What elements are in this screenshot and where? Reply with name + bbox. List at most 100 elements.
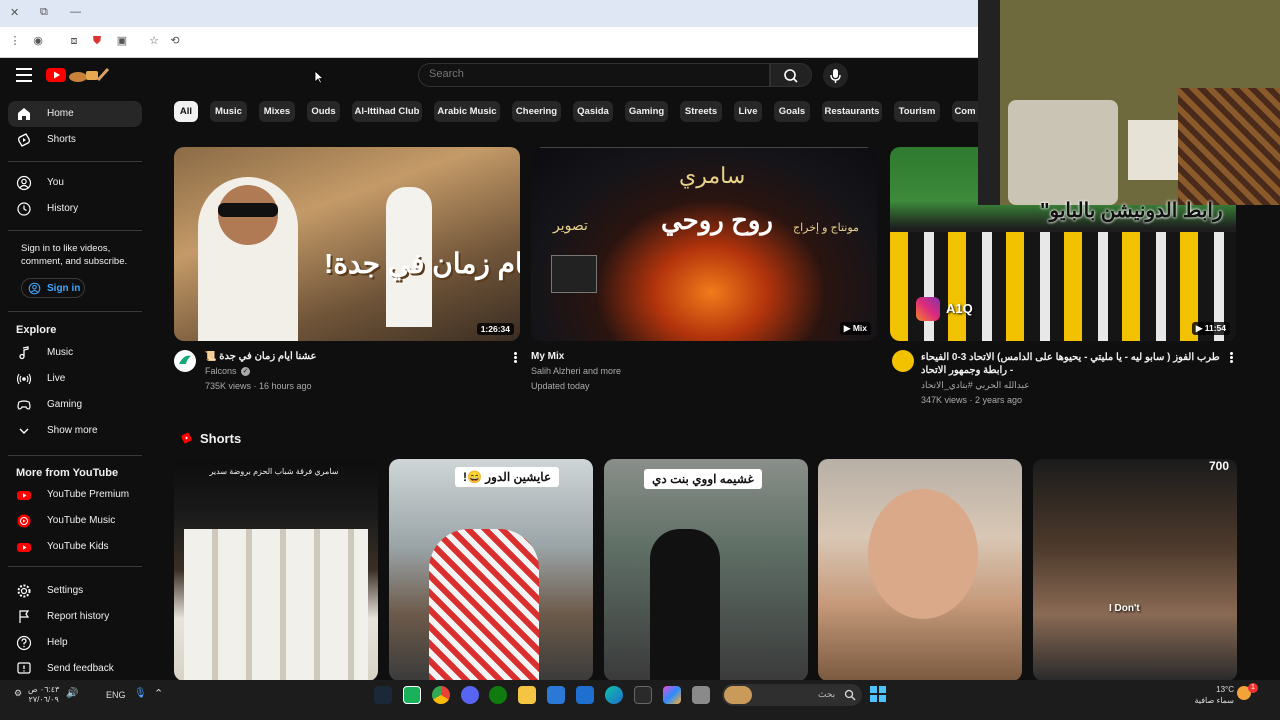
- hamburger-menu-icon[interactable]: [16, 68, 32, 82]
- extension-badge-icon[interactable]: ▣: [115, 34, 129, 48]
- sidebar-item-gaming[interactable]: Gaming: [8, 392, 142, 418]
- sidebar-item-help[interactable]: Help: [8, 630, 142, 656]
- channel-name[interactable]: Salih Alzheri and more: [531, 366, 621, 376]
- profile-icon[interactable]: ◉: [31, 34, 45, 48]
- short-card[interactable]: [818, 459, 1022, 681]
- video-duration: 1:26:34: [476, 323, 514, 335]
- short-card[interactable]: غشيمه اووي بنت دي: [604, 459, 808, 681]
- webcam-chair: [1008, 100, 1118, 205]
- app-icon[interactable]: [692, 686, 710, 704]
- taskbar-search[interactable]: بحث: [722, 684, 862, 706]
- search-button[interactable]: [770, 63, 812, 87]
- youtube-logo[interactable]: [46, 66, 110, 84]
- recorder-app-icon[interactable]: [403, 686, 421, 704]
- language-indicator[interactable]: ENG: [106, 690, 126, 700]
- chip-all[interactable]: All: [174, 101, 198, 122]
- chip-qasida[interactable]: Qasida: [573, 101, 613, 122]
- sign-in-button[interactable]: Sign in: [21, 278, 85, 298]
- short-card[interactable]: سامري فرقة شباب الحزم بروضة سدير: [174, 459, 378, 681]
- sidebar-item-youtube-music[interactable]: YouTube Music: [8, 508, 142, 534]
- mix-thumbnail[interactable]: سامري روح روحي تصوير مونتاج و إخراج ▶ Mi…: [531, 147, 877, 341]
- video-options-icon[interactable]: [1230, 352, 1234, 364]
- chip-streets[interactable]: Streets: [680, 101, 722, 122]
- microphone-tray-icon[interactable]: 🎙: [134, 688, 147, 699]
- sidebar-item-you[interactable]: You: [8, 170, 142, 196]
- chip-com[interactable]: Com: [952, 101, 978, 122]
- short-caption: عايشين الدور 😄!: [455, 467, 560, 487]
- sidebar-item-music[interactable]: Music: [8, 340, 142, 366]
- mail-icon[interactable]: [576, 686, 594, 704]
- channel-name[interactable]: عبدالله الحربي #بتادي_الاتحاد: [921, 380, 1030, 391]
- chip-restaurants[interactable]: Restaurants: [822, 101, 882, 122]
- epic-games-icon[interactable]: [634, 686, 652, 704]
- bookmark-star-icon[interactable]: ☆: [147, 34, 161, 48]
- sidebar-item-settings[interactable]: Settings: [8, 578, 142, 604]
- reload-icon[interactable]: ⟲: [168, 34, 182, 48]
- chip-live[interactable]: Live: [734, 101, 762, 122]
- clock[interactable]: ٠٦:٤٣ ص ٢٧/٠٦/٠٩: [28, 685, 59, 705]
- chip-mixes[interactable]: Mixes: [259, 101, 295, 122]
- steam-icon[interactable]: [374, 686, 392, 704]
- video-options-icon[interactable]: [514, 352, 518, 364]
- kebab-menu-icon[interactable]: ⋮: [8, 34, 22, 48]
- sidebar-item-send-feedback[interactable]: Send feedback: [8, 656, 142, 682]
- chip-ouds[interactable]: Ouds: [307, 101, 340, 122]
- sidebar-item-youtube-kids[interactable]: YouTube Kids: [8, 534, 142, 560]
- channel-avatar[interactable]: [174, 350, 196, 372]
- file-explorer-icon[interactable]: [518, 686, 536, 704]
- volume-icon[interactable]: 🔊: [66, 688, 78, 699]
- person-icon: [16, 175, 32, 191]
- taskbar-search-placeholder: بحث: [818, 689, 836, 699]
- short-figure: [429, 529, 539, 681]
- video-thumbnail[interactable]: أيام زمان في جدة! 1:26:34: [174, 147, 520, 341]
- chip-al-ittihad-club[interactable]: Al-Ittihad Club: [352, 101, 422, 122]
- windows-start-icon[interactable]: [870, 686, 886, 702]
- sidebar-item-show-more[interactable]: Show more: [8, 418, 142, 444]
- sidebar-item-shorts[interactable]: Shorts: [8, 127, 142, 153]
- sidebar-item-label: Gaming: [47, 399, 83, 410]
- video-title[interactable]: My Mix: [531, 351, 564, 362]
- voice-search-button[interactable]: [823, 63, 848, 88]
- edge-icon[interactable]: [605, 686, 623, 704]
- sidebar-item-home[interactable]: Home: [8, 101, 142, 127]
- minimize-window-button[interactable]: —: [70, 6, 81, 18]
- sidebar-item-youtube-premium[interactable]: YouTube Premium: [8, 482, 142, 508]
- store-icon[interactable]: [547, 686, 565, 704]
- sidebar-item-report-history[interactable]: Report history: [8, 604, 142, 630]
- chip-tourism[interactable]: Tourism: [894, 101, 940, 122]
- video-title[interactable]: عشنا أيام زمان في جدة 📜: [204, 351, 494, 362]
- xbox-icon[interactable]: [489, 686, 507, 704]
- sidebar-divider: [8, 230, 142, 231]
- chip-arabic-music[interactable]: Arabic Music: [434, 101, 500, 122]
- discord-icon[interactable]: [461, 686, 479, 704]
- video-title[interactable]: طرب الفوز ( سابو ليه - يا مليتي - يحيوها…: [921, 351, 1225, 377]
- chip-music[interactable]: Music: [210, 101, 247, 122]
- search-icon: [844, 689, 856, 701]
- restore-window-button[interactable]: ⧉: [40, 6, 48, 19]
- chip-cheering[interactable]: Cheering: [512, 101, 561, 122]
- channel-avatar[interactable]: [892, 350, 914, 372]
- sidebar-item-live[interactable]: Live: [8, 366, 142, 392]
- thumbnail-logo-box: [551, 255, 597, 293]
- chip-gaming[interactable]: Gaming: [625, 101, 668, 122]
- channel-name[interactable]: Falcons: [205, 366, 237, 376]
- mix-label: Mix: [852, 323, 867, 333]
- webcam-cushion: [1178, 88, 1280, 205]
- network-icon[interactable]: ⚙: [14, 688, 22, 699]
- close-window-button[interactable]: ✕: [10, 6, 19, 19]
- notification-badge[interactable]: 1: [1248, 683, 1258, 693]
- sidebar-item-label: Help: [47, 637, 68, 648]
- extensions-icon[interactable]: ⧈: [67, 34, 81, 48]
- copilot-icon[interactable]: [663, 686, 681, 704]
- sidebar-item-history[interactable]: History: [8, 196, 142, 222]
- shield-extension-icon[interactable]: ⛊: [90, 34, 104, 48]
- chip-goals[interactable]: Goals: [774, 101, 810, 122]
- verified-badge-icon: ✓: [241, 367, 250, 376]
- short-card[interactable]: عايشين الدور 😄!: [389, 459, 593, 681]
- chrome-icon[interactable]: [432, 686, 450, 704]
- sidebar-item-label: Home: [47, 108, 74, 119]
- search-input[interactable]: [429, 68, 759, 80]
- tray-chevron-icon[interactable]: ⌃: [154, 687, 163, 700]
- short-card[interactable]: 700 I Don't: [1033, 459, 1237, 681]
- weather-widget[interactable]: 13°C سماء صافية: [1194, 684, 1234, 706]
